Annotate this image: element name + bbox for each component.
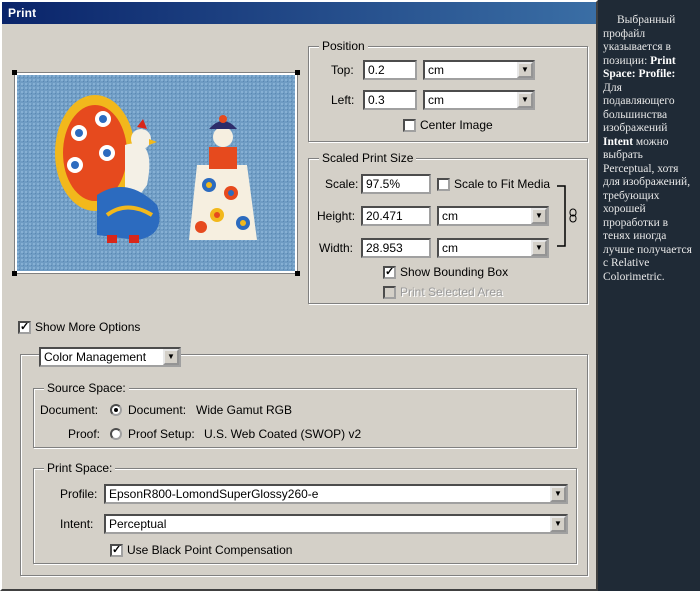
left-unit-select[interactable]: cm ▼	[423, 90, 535, 110]
document-option[interactable]: Document:	[128, 403, 186, 417]
side-text-5: можно выбрать Perceptual, хотя для изобр…	[603, 135, 692, 283]
scale-input[interactable]: 97.5%	[361, 174, 431, 194]
chevron-down-icon[interactable]: ▼	[163, 349, 179, 365]
side-text-4: Intent	[603, 135, 634, 148]
top-unit-value: cm	[428, 63, 444, 77]
height-unit-value: cm	[442, 209, 458, 223]
proof-profile-value: U.S. Web Coated (SWOP) v2	[204, 427, 362, 441]
height-label: Height:	[317, 209, 356, 223]
bbox-handle-bl[interactable]	[12, 271, 17, 276]
color-management-value: Color Management	[44, 350, 147, 364]
left-input[interactable]: 0.3	[363, 90, 417, 110]
document-label: Document:	[40, 403, 99, 417]
bbox-handle-tl[interactable]	[12, 70, 17, 75]
side-text-3: Для подавляющего большинства изображений	[603, 81, 675, 135]
profile-value: EpsonR800-LomondSuperGlossy260-e	[109, 487, 319, 501]
color-management-panel: Color Management ▼ Source Space: Documen…	[20, 347, 588, 576]
chevron-down-icon[interactable]: ▼	[531, 208, 547, 224]
black-point-compensation-checkbox[interactable]: ✓	[110, 544, 123, 557]
intent-label: Intent:	[60, 517, 94, 531]
print-dialog: Print Position Top: 0.2 cm ▼ Left: 0.3 c…	[0, 0, 598, 591]
print-selected-area-checkbox	[383, 286, 396, 299]
window-title: Print	[2, 2, 596, 24]
show-bounding-box-checkbox[interactable]: ✓	[383, 266, 396, 279]
width-input[interactable]: 28.953	[361, 238, 431, 258]
proof-label: Proof:	[68, 427, 101, 441]
chain-link-icon[interactable]	[555, 185, 583, 247]
source-space-legend: Source Space:	[44, 381, 129, 395]
print-selected-area-label: Print Selected Area	[400, 285, 503, 299]
height-unit-select[interactable]: cm ▼	[437, 206, 549, 226]
print-space-legend: Print Space:	[44, 461, 116, 475]
print-space-group: Print Space: Profile: EpsonR800-LomondSu…	[33, 461, 577, 564]
preview-image	[17, 75, 295, 271]
width-label: Width:	[319, 241, 354, 255]
chevron-down-icon[interactable]: ▼	[550, 486, 566, 502]
print-preview	[12, 70, 300, 276]
position-legend: Position	[319, 39, 368, 53]
chevron-down-icon[interactable]: ▼	[517, 62, 533, 78]
color-management-select[interactable]: Color Management ▼	[39, 347, 181, 367]
top-label: Top:	[331, 63, 354, 77]
proof-setup-radio[interactable]	[110, 428, 122, 440]
document-radio[interactable]	[110, 404, 122, 416]
position-group: Position Top: 0.2 cm ▼ Left: 0.3 cm ▼ Ce…	[308, 39, 588, 142]
side-annotation: Выбранный профайл указывается в позиции:…	[603, 14, 695, 284]
chevron-down-icon[interactable]: ▼	[517, 92, 533, 108]
source-space-group: Source Space: Document: Document: Wide G…	[33, 381, 577, 448]
scale-label: Scale:	[325, 177, 359, 191]
profile-select[interactable]: EpsonR800-LomondSuperGlossy260-e ▼	[104, 484, 568, 504]
scale-to-fit-label[interactable]: Scale to Fit Media	[454, 177, 550, 191]
document-profile-value: Wide Gamut RGB	[196, 403, 293, 417]
center-image-checkbox[interactable]	[403, 119, 416, 132]
black-point-compensation-label[interactable]: Use Black Point Compensation	[127, 543, 292, 557]
bbox-handle-br[interactable]	[295, 271, 300, 276]
chevron-down-icon[interactable]: ▼	[550, 516, 566, 532]
intent-select[interactable]: Perceptual ▼	[104, 514, 568, 534]
show-more-options-label[interactable]: Show More Options	[35, 320, 140, 334]
left-unit-value: cm	[428, 93, 444, 107]
intent-value: Perceptual	[109, 517, 167, 531]
scale-to-fit-checkbox[interactable]	[437, 178, 450, 191]
bbox-handle-tr[interactable]	[295, 70, 300, 75]
top-unit-select[interactable]: cm ▼	[423, 60, 535, 80]
scaled-print-size-group: Scaled Print Size Scale: 97.5% Scale to …	[308, 151, 588, 304]
width-unit-select[interactable]: cm ▼	[437, 238, 549, 258]
proof-setup-option[interactable]: Proof Setup:	[128, 427, 195, 441]
scaled-print-size-legend: Scaled Print Size	[319, 151, 417, 165]
center-image-label[interactable]: Center Image	[420, 118, 493, 132]
profile-label: Profile:	[60, 487, 98, 501]
left-label: Left:	[331, 93, 355, 107]
show-bounding-box-label[interactable]: Show Bounding Box	[400, 265, 508, 279]
top-input[interactable]: 0.2	[363, 60, 417, 80]
chevron-down-icon[interactable]: ▼	[531, 240, 547, 256]
width-unit-value: cm	[442, 241, 458, 255]
height-input[interactable]: 20.471	[361, 206, 431, 226]
show-more-options-checkbox[interactable]: ✓	[18, 321, 31, 334]
